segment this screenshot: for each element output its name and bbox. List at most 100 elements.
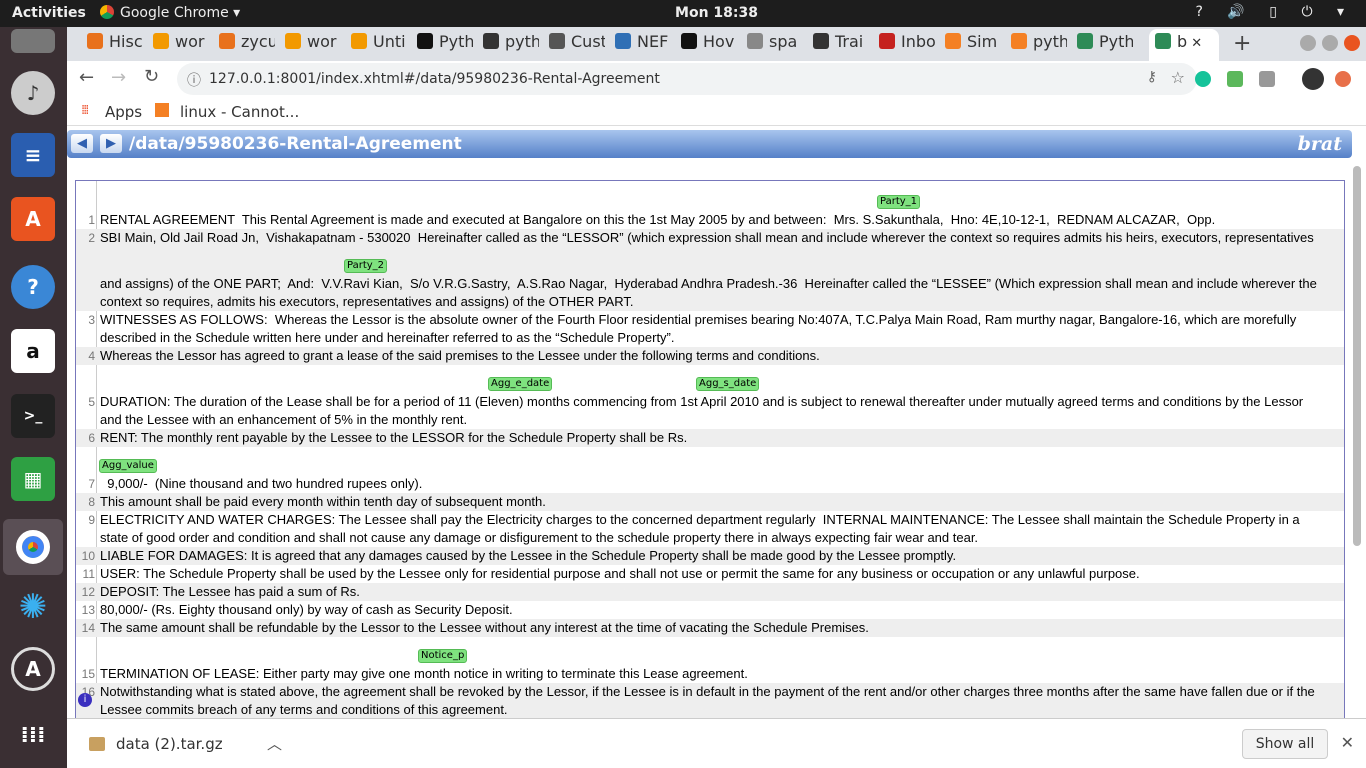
profile-avatar[interactable] [1302, 68, 1324, 90]
line-text[interactable]: described in the Schedule written here u… [100, 329, 1340, 347]
tab-8[interactable]: Cust [543, 32, 605, 58]
tab-13[interactable]: Inbo [873, 32, 935, 58]
download-file[interactable]: data (2).tar.gz [116, 735, 223, 753]
line-text[interactable]: The same amount shall be refundable by t… [100, 619, 1340, 637]
chrome-dock-icon[interactable] [3, 519, 63, 575]
line-text[interactable]: and assigns) of the ONE PART; And: V.V.R… [100, 275, 1340, 293]
tab-1[interactable]: Hisc [81, 32, 143, 58]
chevron-up-icon[interactable]: ︿ [267, 733, 282, 754]
clock[interactable]: Mon 18:38 [0, 5, 1366, 21]
bookmark-item[interactable]: linux - Cannot... [180, 103, 299, 121]
line-text[interactable]: SBI Main, Old Jail Road Jn, Vishakapatna… [100, 229, 1340, 247]
tab-15[interactable]: pyth [1005, 32, 1067, 58]
tab-6[interactable]: Pyth [411, 32, 473, 58]
text-line: 15 TERMINATION OF LEASE: Either party may… [76, 665, 1344, 683]
tab-label: Sim [967, 32, 998, 51]
update-icon[interactable] [1335, 71, 1351, 87]
extension2-icon[interactable] [1259, 71, 1275, 87]
entity-tag[interactable]: Notice_p [418, 649, 468, 663]
line-text[interactable]: state of good order and condition and sh… [100, 529, 1340, 547]
apps-bookmark[interactable]: Apps [105, 103, 142, 121]
help-icon[interactable]: ? [11, 265, 55, 309]
forward-icon[interactable]: → [111, 67, 126, 88]
software-center-icon[interactable]: A [11, 197, 55, 241]
key-icon[interactable]: ⚷ [1147, 69, 1157, 85]
line-text[interactable]: RENT: The monthly rent payable by the Le… [100, 429, 1340, 447]
close-window-button[interactable] [1344, 35, 1360, 51]
line-text[interactable]: context so requires, admits his executor… [100, 293, 1340, 311]
line-number: 11 [82, 567, 95, 581]
star-icon[interactable]: ☆ [1171, 68, 1185, 87]
line-text[interactable]: ELECTRICITY AND WATER CHARGES: The Lesse… [100, 511, 1340, 529]
line-text[interactable]: Lessee commits breach of any terms and c… [100, 701, 1340, 719]
tab-11[interactable]: spa [741, 32, 803, 58]
new-tab-button[interactable]: + [1233, 31, 1251, 56]
bookmarks-bar: ⁞⁞⁞ Apps linux - Cannot... [67, 97, 1366, 126]
tab-favicon-icon [87, 33, 103, 49]
tab-16[interactable]: Pyth [1071, 32, 1133, 58]
tab-10[interactable]: Hov [675, 32, 737, 58]
tab-7[interactable]: pyth [477, 32, 539, 58]
line-text[interactable]: WITNESSES AS FOLLOWS: Whereas the Lessor… [100, 311, 1340, 329]
line-text[interactable]: TERMINATION OF LEASE: Either party may g… [100, 665, 1340, 683]
entity-tag[interactable]: Party_1 [877, 195, 921, 209]
text-line: context so requires, admits his executor… [76, 293, 1344, 311]
tab-17[interactable]: b ✕ [1149, 29, 1219, 61]
text-line: and the Lessee with an enhancement of 5%… [76, 411, 1344, 429]
text-line: 10 LIABLE FOR DAMAGES: It is agreed that … [76, 547, 1344, 565]
next-doc-button[interactable]: ▶ [100, 134, 122, 153]
splash-icon[interactable]: ✺ [11, 585, 55, 629]
text-line: 4 Whereas the Lessor has agreed to grant … [76, 347, 1344, 365]
close-tab-icon[interactable]: ✕ [1187, 36, 1202, 51]
extension-icon[interactable] [1227, 71, 1243, 87]
entity-tag[interactable]: Agg_value [99, 459, 157, 473]
line-text[interactable]: 9,000/- (Nine thousand and two hundred r… [100, 475, 1340, 493]
maximize-button[interactable] [1322, 35, 1338, 51]
show-apps-icon[interactable]: ⁞⁞⁞ [11, 713, 55, 757]
text-line: 6 RENT: The monthly rent payable by the L… [76, 429, 1344, 447]
tab-12[interactable]: Trai [807, 32, 869, 58]
tab-4[interactable]: wor [279, 32, 341, 58]
tab-favicon-icon [1011, 33, 1027, 49]
brat-header: ◀ ▶ /data/95980236-Rental-Agreement brat [67, 130, 1352, 158]
entity-tag[interactable]: Agg_e_date [488, 377, 553, 391]
line-text[interactable]: This amount shall be paid every month wi… [100, 493, 1340, 511]
entity-tag[interactable]: Party_2 [344, 259, 388, 273]
line-text[interactable]: DURATION: The duration of the Lease shal… [100, 393, 1340, 411]
terminal-icon[interactable]: >_ [11, 394, 55, 438]
line-text[interactable]: USER: The Schedule Property shall be use… [100, 565, 1340, 583]
line-text[interactable]: Notwithstanding what is stated above, th… [100, 683, 1340, 701]
line-text[interactable]: RENTAL AGREEMENT This Rental Agreement i… [100, 211, 1340, 229]
prev-doc-button[interactable]: ◀ [71, 134, 93, 153]
info-icon[interactable]: ⓘ [187, 70, 201, 90]
rhythmbox-icon[interactable]: ♪ [11, 71, 55, 115]
writer-icon[interactable]: ≡ [11, 133, 55, 177]
system-tray[interactable]: ? 🔊 ▯ ⏻ ▾ [1196, 4, 1354, 20]
scrollbar-thumb[interactable] [1353, 166, 1361, 546]
reload-icon[interactable]: ↻ [144, 66, 159, 87]
grammarly-icon[interactable] [1195, 71, 1211, 87]
line-text[interactable]: DEPOSIT: The Lessee has paid a sum of Rs… [100, 583, 1340, 601]
line-text[interactable]: 80,000/- (Rs. Eighty thousand only) by w… [100, 601, 1340, 619]
back-icon[interactable]: ← [79, 67, 94, 88]
document-path[interactable]: /data/95980236-Rental-Agreement [129, 134, 462, 154]
files-icon[interactable] [11, 29, 55, 53]
line-text[interactable]: LIABLE FOR DAMAGES: It is agreed that an… [100, 547, 1340, 565]
updater-icon[interactable]: A [11, 647, 55, 691]
calc-icon[interactable]: ▦ [11, 457, 55, 501]
scrollbar[interactable] [1352, 158, 1362, 718]
minimize-button[interactable] [1300, 35, 1316, 51]
amazon-icon[interactable]: a [11, 329, 55, 373]
tab-9[interactable]: NEF [609, 32, 671, 58]
tab-3[interactable]: zycu [213, 32, 275, 58]
tab-14[interactable]: Sim [939, 32, 1001, 58]
tab-5[interactable]: Unti [345, 32, 407, 58]
info-icon[interactable]: i [78, 693, 92, 707]
address-bar[interactable]: ⓘ 127.0.0.1:8001/index.xhtml#/data/95980… [177, 63, 1197, 95]
tab-2[interactable]: wor [147, 32, 209, 58]
show-all-button[interactable]: Show all [1242, 729, 1328, 759]
entity-tag[interactable]: Agg_s_date [696, 377, 760, 391]
close-downloads-icon[interactable]: ✕ [1341, 733, 1354, 752]
line-text[interactable]: Whereas the Lessor has agreed to grant a… [100, 347, 1340, 365]
line-text[interactable]: and the Lessee with an enhancement of 5%… [100, 411, 1340, 429]
